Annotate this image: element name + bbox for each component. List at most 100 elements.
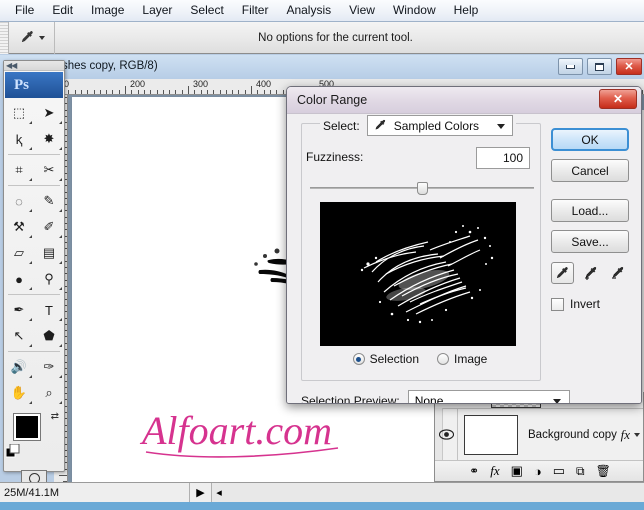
load-button[interactable]: Load... (551, 199, 629, 222)
path-selection-icon: ↖ (14, 328, 25, 344)
ruler-tick (251, 86, 252, 94)
invert-checkbox-row[interactable]: Invert (551, 297, 629, 311)
ruler-tick (131, 90, 132, 94)
color-range-preview[interactable] (320, 202, 516, 346)
ruler-tick (207, 90, 208, 94)
zoom-icon: ⌕ (45, 385, 52, 401)
eyedropper-sample-icon (554, 265, 571, 282)
layer-thumbnail[interactable] (464, 415, 518, 455)
brush-tool[interactable]: ✎ (34, 188, 64, 214)
document-title-bar[interactable]: shes copy, RGB/8) ✕ (0, 55, 644, 79)
layer-visibility-toggle[interactable] (435, 429, 457, 440)
ruler-tick (68, 90, 69, 94)
slice-tool[interactable]: ✂ (34, 157, 64, 183)
ruler-tick (238, 90, 239, 94)
slider-thumb[interactable] (417, 182, 428, 195)
selection-preview-dropdown[interactable]: None (408, 390, 570, 404)
close-button[interactable]: ✕ (616, 58, 642, 75)
link-layers-button[interactable]: ⚭ (469, 464, 479, 478)
radio-selection[interactable]: Selection (353, 352, 419, 366)
clone-stamp-tool[interactable]: ⚒ (4, 214, 34, 240)
eyedropper-add-button[interactable] (578, 262, 601, 284)
delete-layer-button[interactable]: 🗑 (596, 464, 611, 478)
chevron-down-icon[interactable] (634, 433, 640, 437)
table-row[interactable]: Background copy fx (435, 409, 644, 461)
invert-checkbox[interactable] (551, 298, 564, 311)
tool-flyout-indicator (29, 258, 32, 264)
blur-tool[interactable]: ● (4, 266, 34, 292)
collapse-chevron-icon[interactable]: ◀◀ (6, 61, 16, 70)
foreground-color-swatch[interactable] (14, 414, 40, 440)
zoom-tool[interactable]: ⌕ (34, 380, 64, 406)
new-group-button[interactable]: ▭ (553, 463, 565, 479)
menu-item-filter[interactable]: Filter (233, 1, 278, 20)
eyedropper-tool[interactable]: ✑ (34, 354, 64, 380)
dodge-tool[interactable]: ⚲ (34, 266, 64, 292)
crop-tool[interactable]: ⌗ (4, 157, 34, 183)
radio-image[interactable]: Image (437, 352, 487, 366)
fuzziness-input[interactable]: 100 (476, 147, 530, 169)
options-bar-grip[interactable] (0, 22, 9, 54)
new-layer-button[interactable]: ⧉ (576, 464, 585, 479)
layer-name[interactable]: Background copy (518, 429, 621, 441)
lasso-tool[interactable]: ⱪ (4, 126, 34, 152)
adjustment-layer-button[interactable]: ◑ (534, 464, 542, 479)
path-selection-tool[interactable]: ↖ (4, 323, 34, 349)
pen-icon: ✒ (14, 302, 25, 318)
fuzziness-slider[interactable] (310, 182, 534, 194)
magic-wand-tool[interactable]: ✸ (34, 126, 64, 152)
hand-tool[interactable]: ✋ (4, 380, 34, 406)
save-button[interactable]: Save... (551, 230, 629, 253)
tool-flyout-indicator (29, 232, 32, 238)
marquee-tool[interactable]: ⬚ (4, 100, 34, 126)
menu-item-edit[interactable]: Edit (43, 1, 82, 20)
options-bar-tool-preset[interactable] (9, 22, 55, 54)
healing-brush-tool[interactable]: ◌ (4, 188, 34, 214)
minimize-button[interactable] (558, 58, 583, 75)
eyedropper-sample-button[interactable] (551, 262, 574, 284)
default-colors-icon[interactable] (6, 444, 20, 458)
pen-tool[interactable]: ✒ (4, 297, 34, 323)
status-menu-button[interactable]: ▶ (190, 483, 212, 503)
maximize-button[interactable] (587, 58, 612, 75)
dialog-close-button[interactable]: ✕ (599, 89, 637, 109)
move-tool[interactable]: ➤ (34, 100, 64, 126)
scroll-left-arrow-icon[interactable]: ◂ (212, 483, 226, 503)
tool-flyout-indicator (29, 175, 32, 181)
layer-mask-button[interactable]: ▣ (511, 463, 523, 479)
radio-selection-dot (353, 353, 365, 365)
select-row: Select: Sampled Colors (320, 115, 516, 136)
toolbox-grip[interactable]: ◀◀ (4, 61, 64, 71)
cancel-button[interactable]: Cancel (551, 159, 629, 182)
menu-item-view[interactable]: View (340, 1, 384, 20)
history-brush-tool[interactable]: ✐ (34, 214, 64, 240)
eraser-tool[interactable]: ▱ (4, 240, 34, 266)
ok-button[interactable]: OK (551, 128, 629, 151)
horizontal-scrollbar[interactable]: ◂ (212, 483, 644, 503)
select-dropdown[interactable]: Sampled Colors (367, 115, 513, 136)
menu-item-analysis[interactable]: Analysis (277, 1, 340, 20)
tool-flyout-indicator (29, 398, 32, 404)
fuzziness-label: Fuzziness: (306, 150, 363, 164)
type-tool[interactable]: T (34, 297, 64, 323)
eyedropper-subtract-button[interactable] (606, 262, 629, 284)
menu-item-window[interactable]: Window (384, 1, 445, 20)
gradient-tool[interactable]: ▤ (34, 240, 64, 266)
note-tool[interactable]: 🔊 (4, 354, 34, 380)
menu-item-select[interactable]: Select (181, 1, 232, 20)
shape-tool[interactable]: ⬟ (34, 323, 64, 349)
eye-icon (439, 429, 454, 440)
minimize-icon (566, 65, 575, 69)
ruler-tick (106, 90, 107, 94)
menu-item-file[interactable]: File (6, 1, 43, 20)
layer-effects-indicator[interactable]: fx (621, 427, 634, 443)
menu-item-layer[interactable]: Layer (133, 1, 181, 20)
menu-item-image[interactable]: Image (82, 1, 133, 20)
tool-flyout-indicator (29, 341, 32, 347)
dialog-title-bar[interactable]: Color Range ✕ (287, 87, 641, 114)
ruler-tick (182, 90, 183, 94)
swap-colors-icon[interactable]: ⇄ (51, 411, 59, 422)
toolbox-separator (8, 154, 60, 155)
layer-style-button[interactable]: fx (490, 463, 499, 479)
menu-item-help[interactable]: Help (445, 1, 488, 20)
